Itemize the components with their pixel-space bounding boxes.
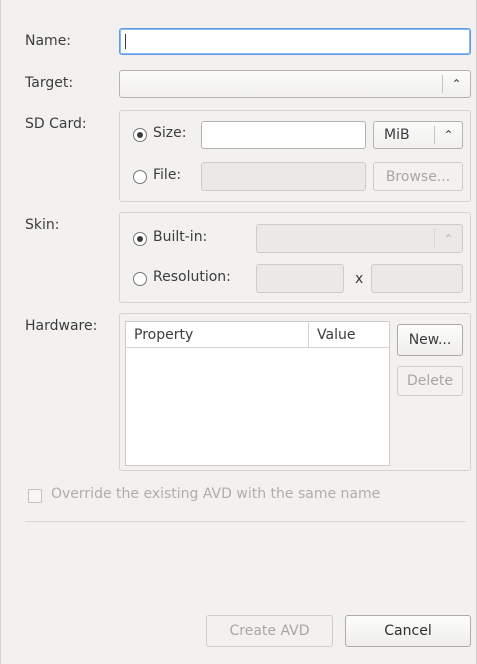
sdcard-unit-select[interactable]: MiB ⌃ [373,121,463,149]
override-label: Override the existing AVD with the same … [51,486,381,502]
resolution-x-label: x [355,271,364,287]
updown-chevron-icon: ⌃ [443,128,454,142]
skin-resolution-label: Resolution: [153,269,231,285]
name-input[interactable] [119,28,471,55]
updown-chevron-icon: ⌃ [443,231,454,246]
column-header-value[interactable]: Value [309,322,389,348]
cancel-button[interactable]: Cancel [345,615,471,647]
sdcard-file-label: File: [153,167,182,183]
resolution-width-input[interactable] [256,264,344,293]
sdcard-file-input[interactable] [201,162,366,191]
skin-builtin-select[interactable]: ⌃ [256,224,463,253]
sdcard-label: SD Card: [25,116,87,132]
target-label: Target: [25,75,74,91]
column-header-property[interactable]: Property [126,322,309,348]
skin-label: Skin: [25,217,60,233]
create-avd-dialog: Name: Target: ⌃ SD Card: Size: MiB ⌃ Fil… [0,0,477,664]
separator-line [25,521,466,522]
hardware-label: Hardware: [25,318,98,334]
sdcard-size-input[interactable] [201,121,366,149]
sdcard-unit-value: MiB [384,127,410,143]
create-avd-button[interactable]: Create AVD [206,615,333,647]
skin-resolution-radio[interactable] [133,272,147,286]
name-label: Name: [25,33,72,49]
delete-hardware-button[interactable]: Delete [397,366,463,396]
browse-button[interactable]: Browse... [373,162,463,191]
target-select[interactable]: ⌃ [119,70,471,98]
new-hardware-button[interactable]: New... [397,324,463,356]
sdcard-file-radio[interactable] [133,170,147,184]
override-checkbox[interactable] [28,489,42,503]
updown-chevron-icon: ⌃ [451,77,462,91]
text-caret [125,34,126,49]
resolution-height-input[interactable] [371,264,463,293]
sdcard-size-label: Size: [153,125,187,141]
hardware-property-table[interactable]: Property Value [125,321,390,466]
skin-builtin-radio[interactable] [133,232,147,246]
skin-builtin-label: Built-in: [153,229,208,245]
sdcard-size-radio[interactable] [133,128,147,142]
